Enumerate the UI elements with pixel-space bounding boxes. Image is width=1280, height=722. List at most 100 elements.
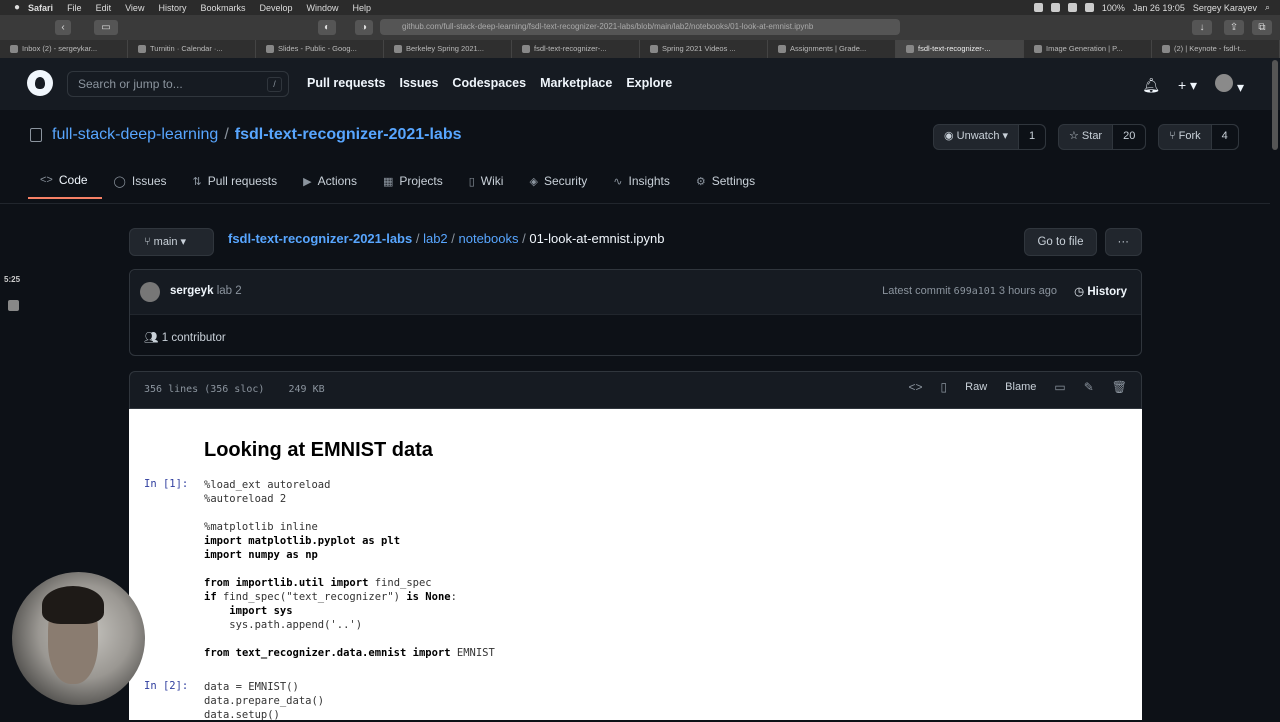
notifications-bell-icon[interactable]: 🔔︎: [1142, 77, 1160, 94]
commit-message[interactable]: lab 2: [217, 285, 242, 297]
trash-icon[interactable]: 🗑︎: [1112, 380, 1127, 394]
breadcrumb-repo[interactable]: fsdl-text-recognizer-2021-labs: [228, 231, 412, 246]
pencil-icon[interactable]: ✎: [1084, 380, 1094, 394]
fork-button[interactable]: ⑂ Fork 4: [1158, 124, 1239, 150]
file-header: 356 lines (356 sloc) 249 KB <> ▯ Raw Bla…: [129, 371, 1142, 409]
more-options-button[interactable]: ···: [1104, 228, 1142, 256]
global-nav: Pull requests Issues Codespaces Marketpl…: [307, 76, 672, 90]
tabs-overview-icon[interactable]: ⧉: [1252, 20, 1272, 35]
repo-owner-link[interactable]: full-stack-deep-learning: [52, 126, 218, 144]
watch-button[interactable]: ◉ Unwatch ▾ 1: [933, 124, 1047, 150]
favicon-icon: [138, 45, 146, 53]
menu-history[interactable]: History: [158, 3, 186, 13]
nav-explore[interactable]: Explore: [626, 76, 672, 90]
wifi-icon[interactable]: [1084, 3, 1094, 12]
browser-tab[interactable]: Spring 2021 Videos ...: [640, 40, 768, 58]
people-icon: 👥︎: [144, 332, 162, 344]
status-icon[interactable]: [1067, 3, 1077, 12]
menu-edit[interactable]: Edit: [96, 3, 112, 13]
star-count[interactable]: 20: [1113, 125, 1146, 149]
stop-recording-icon[interactable]: [8, 300, 19, 311]
tab-settings[interactable]: ⚙ Settings: [684, 173, 769, 199]
desktop-icon[interactable]: ▭: [1054, 380, 1065, 394]
branch-name: main: [153, 236, 178, 248]
apple-icon[interactable]: ●: [14, 2, 20, 13]
watch-count[interactable]: 1: [1019, 125, 1046, 149]
status-icon[interactable]: [1033, 3, 1043, 12]
raw-button[interactable]: Raw: [965, 381, 987, 393]
browser-tab[interactable]: fsdl-text-recognizer-...: [512, 40, 640, 58]
tab-code[interactable]: <> Code: [28, 173, 102, 199]
tab-security[interactable]: ◈ Security: [517, 173, 601, 199]
menu-develop[interactable]: Develop: [259, 3, 292, 13]
browser-tab[interactable]: Image Generation | P...: [1024, 40, 1152, 58]
cell-code: %load_ext autoreload %autoreload 2 %matp…: [204, 479, 495, 659]
contributors-link[interactable]: 👥︎ 1 contributor: [144, 330, 226, 344]
tab-projects[interactable]: ▦ Projects: [371, 173, 457, 199]
tab-pull-requests[interactable]: ⇅ Pull requests: [181, 173, 292, 199]
repo-title: full-stack-deep-learning / fsdl-text-rec…: [30, 126, 462, 144]
user-avatar-menu[interactable]: ▾: [1215, 74, 1244, 96]
nav-marketplace[interactable]: Marketplace: [540, 76, 612, 90]
breadcrumb-notebooks[interactable]: notebooks: [459, 231, 519, 246]
menu-file[interactable]: File: [67, 3, 82, 13]
clock[interactable]: Jan 26 19:05: [1133, 3, 1185, 13]
eye-icon: ◉: [944, 130, 957, 142]
menu-bookmarks[interactable]: Bookmarks: [200, 3, 245, 13]
tab-insights[interactable]: ∿ Insights: [601, 173, 684, 199]
avatar: [1215, 74, 1234, 92]
browser-tab[interactable]: Slides - Public - Goog...: [256, 40, 384, 58]
battery-percent[interactable]: 100%: [1102, 3, 1125, 13]
menu-safari[interactable]: Safari: [28, 3, 53, 13]
status-icon[interactable]: [1050, 3, 1060, 12]
browser-tab-active[interactable]: fsdl-text-recognizer-...: [896, 40, 1024, 58]
address-bar[interactable]: github.com/full-stack-deep-learning/fsdl…: [380, 19, 900, 35]
nav-pull-requests[interactable]: Pull requests: [307, 76, 386, 90]
user-menu[interactable]: Sergey Karayev: [1193, 3, 1257, 13]
search-input[interactable]: Search or jump to... /: [67, 71, 289, 97]
blame-button[interactable]: Blame: [1005, 381, 1036, 393]
spotlight-search-icon[interactable]: ⌕: [1265, 2, 1270, 13]
reader-icon[interactable]: ◑: [355, 20, 373, 35]
branch-icon: ⑂: [144, 236, 154, 248]
commit-sha[interactable]: 699a101: [954, 286, 996, 297]
page-scrollbar[interactable]: [1272, 60, 1278, 150]
avatar[interactable]: [140, 282, 160, 302]
repo-nav: <> Code ◯ Issues ⇅ Pull requests ▶ Actions ▦…: [28, 173, 769, 199]
star-button[interactable]: ☆ Star 20: [1058, 124, 1147, 150]
browser-tab[interactable]: Turnitin · Calendar ·...: [128, 40, 256, 58]
github-logo-icon[interactable]: [27, 70, 53, 96]
display-source-icon[interactable]: <>: [909, 380, 923, 394]
menu-window[interactable]: Window: [307, 3, 339, 13]
tab-issues[interactable]: ◯ Issues: [102, 173, 181, 199]
nav-issues[interactable]: Issues: [400, 76, 439, 90]
download-icon[interactable]: ↓: [1192, 20, 1212, 35]
browser-tab[interactable]: Assignments | Grade...: [768, 40, 896, 58]
repo-name-link[interactable]: fsdl-text-recognizer-2021-labs: [235, 126, 462, 144]
author-link[interactable]: sergeyk: [170, 285, 213, 297]
browser-tab[interactable]: (2) | Keynote - fsdl-t...: [1152, 40, 1280, 58]
shield-icon: ◈: [529, 175, 538, 188]
display-rendered-icon[interactable]: ▯: [941, 380, 948, 394]
browser-tab[interactable]: Inbox (2) - sergeykar...: [0, 40, 128, 58]
browser-tabs: Inbox (2) - sergeykar... Turnitin · Cale…: [0, 40, 1280, 59]
breadcrumb-lab2[interactable]: lab2: [423, 231, 448, 246]
tab-wiki[interactable]: ▯ Wiki: [457, 173, 518, 199]
history-link[interactable]: ◷ History: [1074, 284, 1127, 298]
nav-codespaces[interactable]: Codespaces: [452, 76, 526, 90]
branch-select[interactable]: ⑂ main ▾: [129, 228, 214, 256]
file-lines: 356 lines (356 sloc): [144, 384, 265, 395]
repo-book-icon: [30, 128, 42, 142]
privacy-icon[interactable]: ◐: [318, 20, 336, 35]
menu-help[interactable]: Help: [353, 3, 372, 13]
go-to-file-button[interactable]: Go to file: [1024, 228, 1097, 256]
browser-tab[interactable]: Berkeley Spring 2021...: [384, 40, 512, 58]
tab-actions[interactable]: ▶ Actions: [291, 173, 371, 199]
share-icon[interactable]: ⇪: [1224, 20, 1244, 35]
webcam-overlay: [12, 572, 145, 705]
menu-view[interactable]: View: [125, 3, 144, 13]
back-button[interactable]: ‹: [55, 20, 71, 35]
sidebar-toggle-icon[interactable]: ▭: [94, 20, 118, 35]
fork-count[interactable]: 4: [1211, 125, 1238, 149]
create-new-plus-icon[interactable]: + ▾: [1178, 77, 1197, 94]
